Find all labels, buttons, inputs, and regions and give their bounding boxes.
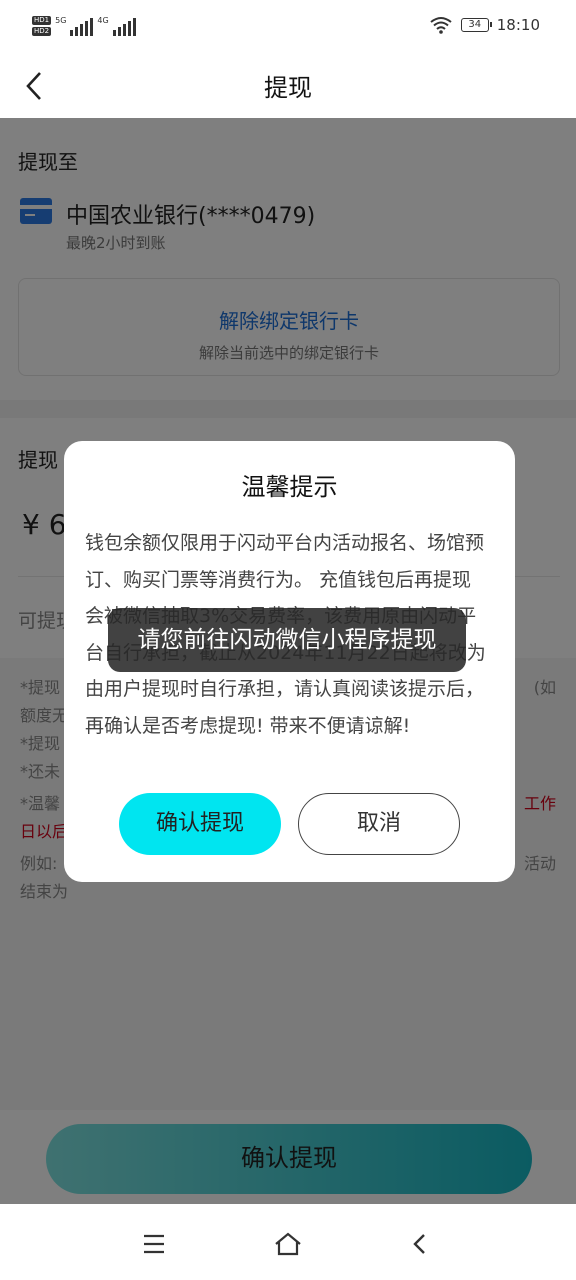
dialog-confirm-button[interactable]: 确认提现: [119, 793, 281, 855]
toast-message: 请您前往闪动微信小程序提现: [108, 608, 466, 672]
menu-icon: [144, 1234, 164, 1254]
network-4g-label: 4G: [97, 16, 109, 25]
back-icon: [413, 1234, 425, 1254]
hd1-badge: HD1: [32, 16, 52, 25]
signal-group: HD1 HD2 5G 4G: [32, 16, 136, 36]
page-title: 提现: [264, 74, 312, 102]
hd2-badge: HD2: [32, 27, 52, 36]
dialog-title: 温馨提示: [241, 473, 338, 501]
home-button[interactable]: [270, 1226, 306, 1262]
wifi-icon: [430, 17, 452, 34]
system-nav-bar: [0, 1204, 576, 1280]
signal-strength-icon-2: [112, 18, 136, 36]
dialog-cancel-button[interactable]: 取消: [298, 793, 460, 855]
clock: 18:10: [496, 16, 540, 34]
home-icon: [275, 1232, 301, 1256]
nav-back-button[interactable]: [402, 1226, 438, 1262]
status-right: 34 18:10: [429, 16, 540, 34]
network-5g-label: 5G: [55, 16, 67, 25]
status-bar: HD1 HD2 5G 4G 34 18:10: [0, 0, 576, 56]
page-header: 提现: [0, 56, 576, 118]
signal-strength-icon: [70, 18, 94, 36]
battery-icon: 34: [460, 18, 492, 32]
menu-button[interactable]: [136, 1226, 172, 1262]
hd-badges: HD1 HD2: [32, 16, 52, 36]
